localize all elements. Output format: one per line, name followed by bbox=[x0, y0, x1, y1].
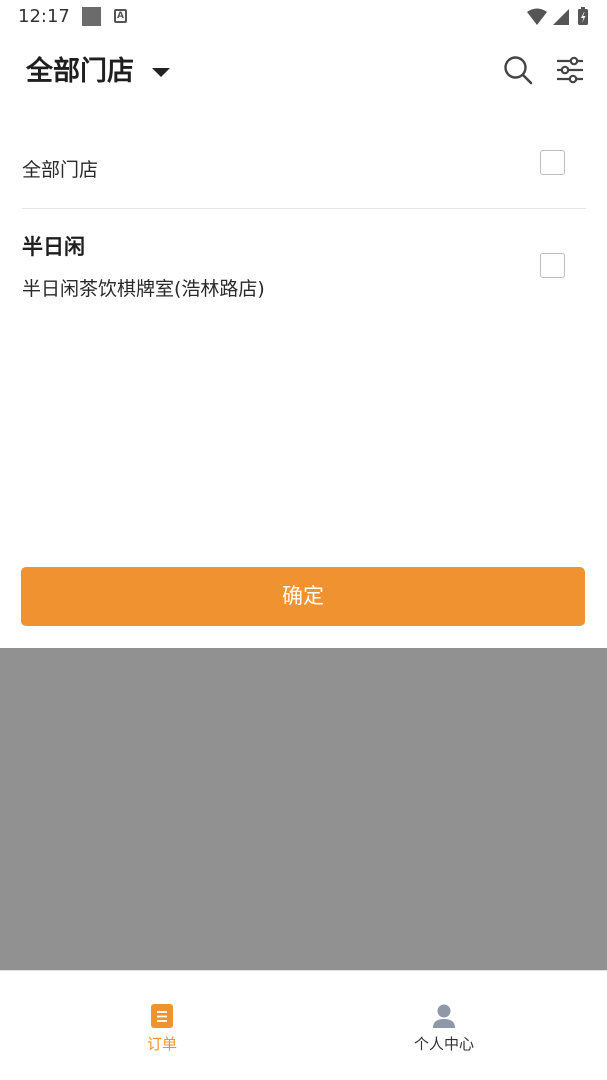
list-item-brand[interactable]: 半日闲 半日闲茶饮棋牌室(浩林路店) bbox=[0, 209, 607, 319]
confirm-button[interactable]: 确定 bbox=[21, 567, 585, 626]
list-item-all-stores[interactable]: 全部门店 bbox=[0, 128, 607, 209]
all-stores-label: 全部门店 bbox=[22, 159, 99, 181]
brand-name: 半日闲 bbox=[22, 235, 85, 259]
search-icon bbox=[504, 56, 533, 85]
header: 全部门店 bbox=[0, 34, 607, 110]
tab-orders-label: 订单 bbox=[146, 1035, 177, 1053]
dropdown-caret-icon bbox=[152, 67, 170, 77]
tab-profile-label: 个人中心 bbox=[413, 1035, 474, 1053]
status-time: 12:17 bbox=[18, 6, 70, 27]
page-title: 全部门店 bbox=[26, 56, 134, 87]
font-a-icon: A bbox=[114, 9, 127, 23]
notification-square-icon bbox=[82, 7, 101, 26]
orders-icon bbox=[151, 1004, 173, 1028]
dim-overlay[interactable] bbox=[0, 648, 607, 970]
status-bar: 12:17 A bbox=[0, 0, 607, 34]
all-stores-checkbox[interactable] bbox=[540, 150, 565, 175]
filter-button[interactable] bbox=[554, 54, 586, 86]
battery-icon bbox=[578, 7, 588, 25]
tab-profile[interactable]: 个人中心 bbox=[344, 971, 544, 1061]
wifi-icon bbox=[527, 8, 547, 25]
tab-orders[interactable]: 订单 bbox=[62, 971, 262, 1061]
branch-name: 半日闲茶饮棋牌室(浩林路店) bbox=[22, 278, 265, 300]
person-icon bbox=[433, 1004, 455, 1028]
search-button[interactable] bbox=[502, 54, 534, 86]
status-icons bbox=[525, 6, 591, 28]
signal-icon bbox=[553, 9, 569, 25]
filter-sliders-icon bbox=[557, 56, 583, 84]
bottom-nav: 订单 个人中心 bbox=[0, 970, 607, 1080]
store-selector-dropdown[interactable]: 全部门店 bbox=[26, 52, 170, 92]
brand-checkbox[interactable] bbox=[540, 253, 565, 278]
